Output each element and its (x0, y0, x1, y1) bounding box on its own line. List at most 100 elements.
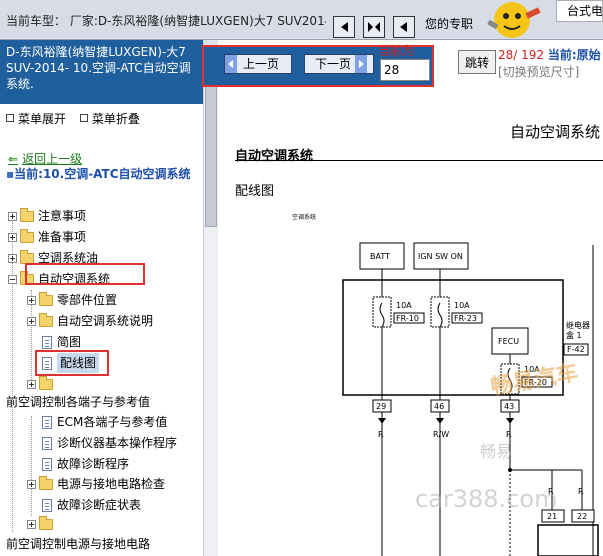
left-arrow-icon (400, 22, 407, 32)
expand-icon[interactable] (27, 316, 36, 326)
wire-arrow (506, 418, 514, 424)
document-icon (42, 498, 52, 512)
tree-item-ecm-terminals[interactable]: ECM各端子与参考值 (42, 412, 167, 432)
square-icon (6, 114, 14, 122)
tree-item-folder-2[interactable] (27, 514, 57, 534)
vehicle-title: 当前车型： 厂家:D-东风裕隆(纳智捷LUXGEN)大7 SUV2014 (6, 14, 326, 28)
highlight-wiring-diagram (35, 350, 109, 376)
current-category: ▪当前:10.空调-ATC自动空调系统 (6, 167, 191, 181)
tree-item-front-ac-terminals[interactable]: 前空调控制各端子与参考值 (6, 392, 150, 412)
fuse1-id: FR-10 (396, 314, 419, 323)
document-icon (42, 415, 52, 429)
relay-box-id: F-42 (567, 345, 585, 354)
page-number-input[interactable] (380, 59, 430, 81)
document-icon (42, 457, 52, 471)
expand-icon[interactable] (27, 479, 36, 489)
relay-box-label-2: 盒 1 (566, 330, 582, 340)
tree-guide (31, 416, 32, 516)
module-box (537, 524, 599, 556)
folder-icon (20, 228, 34, 243)
batt-label: BATT (370, 252, 390, 261)
user-text: 您的专职 (425, 17, 474, 31)
collapse-icon[interactable] (8, 274, 17, 284)
tree-item-folder[interactable] (27, 374, 57, 394)
back-link[interactable]: ⇐ 返回上一级 (8, 150, 82, 167)
fuse-2 (430, 296, 450, 328)
watermark: car388.com (415, 485, 558, 513)
tree-item-component-location[interactable]: 零部件位置 (27, 290, 117, 310)
next-page-button[interactable]: 下一页 (304, 54, 374, 74)
wire-arrow (378, 418, 386, 424)
expand-icon[interactable] (8, 232, 17, 242)
tree-item-notes[interactable]: 注意事项 (8, 206, 86, 226)
sidebar: D-东风裕隆(纳智捷LUXGEN)-大7 SUV-2014- 10.空调-ATC… (0, 40, 203, 556)
pin-2: 46 (434, 402, 444, 411)
document-page: 自动空调系统 自动空调系统 配线图 空调系统 BATT IGN SW ON 10… (230, 100, 603, 556)
folder-icon (20, 249, 34, 264)
computer-icon: ▪ (6, 167, 15, 181)
tree-item-symptom-table[interactable]: 故障诊断症状表 (42, 495, 141, 515)
watermark: 畅易 (480, 442, 513, 461)
fuse-symbol (379, 302, 385, 328)
tree-item-diag-tool[interactable]: 诊断仪器基本操作程序 (42, 433, 177, 453)
tree-item-power-ground[interactable]: 电源与接地电路检查 (27, 474, 165, 494)
menu-toggle-row: 菜单展开 菜单折叠 (6, 110, 150, 127)
menu-expand-button[interactable]: 菜单展开 (6, 112, 66, 126)
document-icon (42, 436, 52, 450)
tree-item-auto-ac-description[interactable]: 自动空调系统说明 (27, 311, 153, 331)
folder-icon (39, 515, 53, 530)
sidebar-scrollbar[interactable] (203, 40, 218, 556)
current-page-label: 当前为 (378, 44, 415, 58)
fuse2-amp: 10A (454, 301, 470, 310)
back-arrow-icon: ⇐ (8, 152, 19, 166)
connector-2: 22 (577, 512, 587, 521)
connector-1: 21 (547, 512, 557, 521)
expand-icon[interactable] (8, 211, 17, 221)
pin-1: 29 (376, 402, 386, 411)
prev-page-button[interactable]: 上一页 (224, 54, 292, 74)
expand-icon[interactable] (8, 253, 17, 263)
fuse2-id: FR-23 (454, 314, 477, 323)
highlight-auto-ac (25, 263, 145, 285)
first-page-button[interactable] (333, 16, 355, 38)
document-header: D-东风裕隆(纳智捷LUXGEN)-大7 SUV-2014- 10.空调-ATC… (0, 40, 203, 104)
wire-color-5: R (578, 487, 584, 496)
top-bar: 当前车型： 厂家:D-东风裕隆(纳智捷LUXGEN)大7 SUV2014 您的专… (0, 0, 603, 40)
folder-icon (20, 207, 34, 222)
double-arrow-icon (368, 22, 380, 32)
wire-color-2: R/W (433, 430, 449, 439)
wire-color-1: R (378, 430, 384, 439)
fuse-1 (372, 296, 392, 328)
ign-label: IGN SW ON (418, 252, 463, 261)
preview-size-link[interactable]: [切换预览尺寸] (498, 63, 579, 80)
page-counter: 28/ 192 当前:原始 (498, 48, 601, 62)
nav-double-button[interactable] (363, 16, 385, 38)
desktop-tab[interactable]: 台式电 (556, 0, 603, 22)
first-page-icon (341, 22, 348, 32)
folder-icon (39, 312, 53, 327)
expand-icon[interactable] (27, 379, 36, 389)
left-arrow-icon (225, 55, 237, 73)
folder-icon (39, 291, 53, 306)
mascot-logo (487, 2, 541, 38)
pin-3: 43 (504, 402, 514, 411)
folder-icon (39, 375, 53, 390)
menu-collapse-button[interactable]: 菜单折叠 (79, 112, 140, 126)
jump-button[interactable]: 跳转 (458, 50, 496, 74)
wire-arrow (436, 418, 444, 424)
tree-item-front-ac-power[interactable]: 前空调控制电源与接地电路 (6, 534, 150, 554)
tree-item-preparation[interactable]: 准备事项 (8, 227, 86, 247)
expand-icon[interactable] (27, 295, 36, 305)
tree-item-schematic[interactable]: 简图 (42, 332, 81, 352)
right-arrow-icon (355, 55, 368, 73)
fuse1-amp: 10A (396, 301, 412, 310)
tree-item-troubleshooting[interactable]: 故障诊断程序 (42, 454, 129, 474)
square-icon (79, 114, 88, 122)
relay-box-label-1: 继电器 (566, 320, 590, 330)
document-icon (42, 335, 52, 349)
expand-icon[interactable] (27, 519, 36, 529)
fuse-symbol (437, 302, 443, 328)
folder-icon (39, 475, 53, 490)
prev-nav-button[interactable] (393, 16, 415, 38)
fecu-label: FECU (498, 337, 519, 346)
